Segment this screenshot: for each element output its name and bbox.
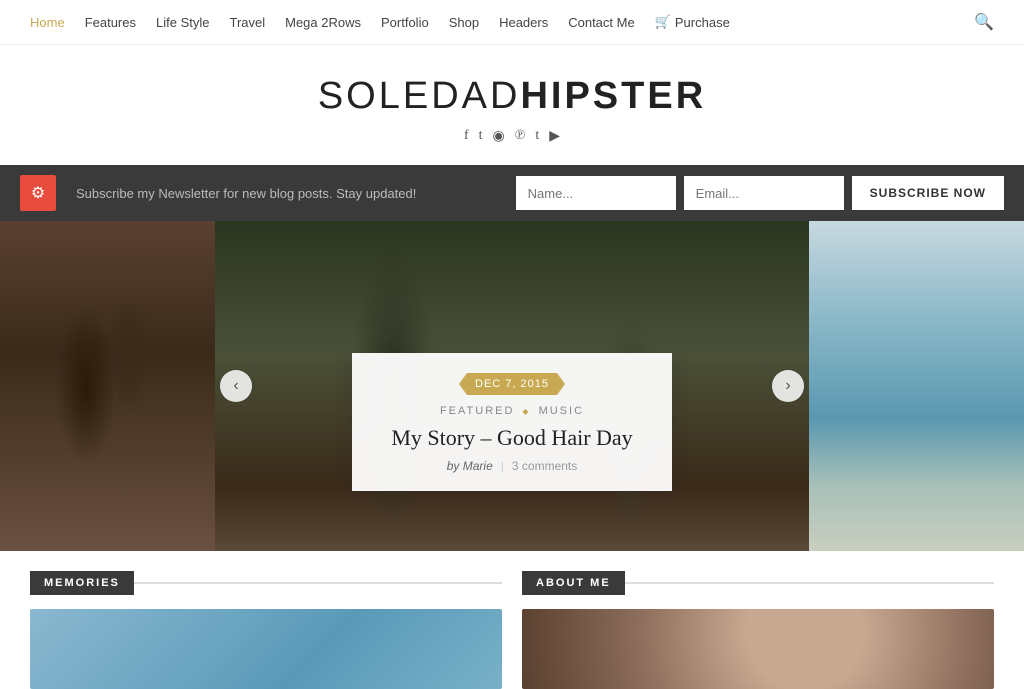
slider-center-panel: DEC 7, 2015 FEATURED ◆ MUSIC My Story – … — [215, 221, 809, 551]
category2-label: MUSIC — [539, 405, 584, 417]
slide-meta: by Marie | 3 comments — [382, 459, 642, 473]
site-header: SOLEDADHIPSTER f t ◉ ℗ t ▶ — [0, 45, 1024, 165]
beach-image — [809, 221, 1024, 551]
nav-purchase[interactable]: 🛒 Purchase — [655, 14, 730, 30]
nav-headers[interactable]: Headers — [499, 15, 548, 30]
nav-travel[interactable]: Travel — [229, 15, 265, 30]
twitter-icon[interactable]: t — [479, 128, 483, 145]
memories-image — [30, 609, 502, 689]
nav-home[interactable]: Home — [30, 15, 65, 30]
slider-right-panel — [809, 221, 1024, 551]
memories-line — [134, 582, 502, 584]
tree-image — [0, 221, 215, 551]
nav-portfolio[interactable]: Portfolio — [381, 15, 429, 30]
slider-prev-button[interactable]: ‹ — [220, 370, 252, 402]
facebook-icon[interactable]: f — [464, 128, 469, 145]
memories-section: MEMORIES — [30, 571, 502, 689]
about-header: ABOUT ME — [522, 571, 994, 595]
slider-left-panel — [0, 221, 215, 551]
pinterest-icon[interactable]: ℗ — [515, 128, 526, 145]
subscribe-button[interactable]: SUBSCRIBE NOW — [852, 176, 1004, 210]
sections-row: MEMORIES ABOUT ME — [0, 551, 1024, 689]
social-icons: f t ◉ ℗ t ▶ — [20, 128, 1004, 145]
diamond-separator: ◆ — [522, 407, 530, 416]
subscribe-text: Subscribe my Newsletter for new blog pos… — [76, 186, 516, 201]
cart-icon: 🛒 — [655, 14, 671, 30]
search-icon[interactable]: 🔍 — [974, 12, 994, 32]
memories-header: MEMORIES — [30, 571, 502, 595]
slide-card: DEC 7, 2015 FEATURED ◆ MUSIC My Story – … — [352, 353, 672, 491]
slider-section: DEC 7, 2015 FEATURED ◆ MUSIC My Story – … — [0, 221, 1024, 551]
category1-label: FEATURED — [440, 405, 514, 417]
subscribe-inputs: SUBSCRIBE NOW — [516, 176, 1004, 210]
nav-mega2rows[interactable]: Mega 2Rows — [285, 15, 361, 30]
about-line — [625, 582, 994, 584]
about-label: ABOUT ME — [522, 571, 625, 595]
settings-icon[interactable]: ⚙ — [20, 175, 56, 211]
author-name: Marie — [463, 459, 493, 473]
comments-count: 3 comments — [512, 459, 577, 473]
about-section: ABOUT ME — [522, 571, 994, 689]
slide-title: My Story – Good Hair Day — [382, 425, 642, 451]
slider-next-button[interactable]: › — [772, 370, 804, 402]
subscribe-name-input[interactable] — [516, 176, 676, 210]
nav-features[interactable]: Features — [85, 15, 136, 30]
site-title: SOLEDADHIPSTER — [20, 75, 1004, 118]
memories-label: MEMORIES — [30, 571, 134, 595]
slide-categories: FEATURED ◆ MUSIC — [382, 405, 642, 417]
meta-separator: | — [501, 459, 504, 473]
nav-links: Home Features Life Style Travel Mega 2Ro… — [30, 14, 730, 30]
tumblr-icon[interactable]: t — [535, 128, 539, 145]
author-prefix: by — [447, 459, 460, 473]
instagram-icon[interactable]: ◉ — [493, 128, 505, 145]
nav-lifestyle[interactable]: Life Style — [156, 15, 209, 30]
slide-date: DEC 7, 2015 — [459, 373, 565, 395]
nav-shop[interactable]: Shop — [449, 15, 479, 30]
youtube-icon[interactable]: ▶ — [549, 128, 560, 145]
main-nav: Home Features Life Style Travel Mega 2Ro… — [0, 0, 1024, 45]
subscribe-bar: ⚙ Subscribe my Newsletter for new blog p… — [0, 165, 1024, 221]
about-image — [522, 609, 994, 689]
nav-contact[interactable]: Contact Me — [568, 15, 634, 30]
subscribe-email-input[interactable] — [684, 176, 844, 210]
